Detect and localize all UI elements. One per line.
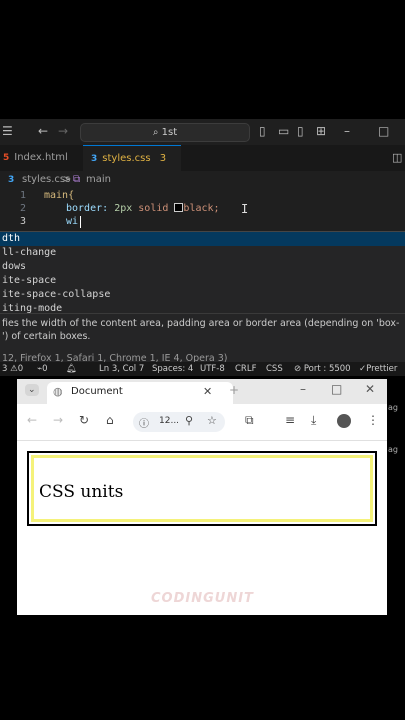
media-controls-icon[interactable]: ≡ — [285, 413, 295, 427]
watermark-logo: CODINGUNIT — [151, 591, 254, 606]
warning-icon: ⚠ — [10, 364, 18, 374]
live-server-port[interactable]: ⊘ Port : 5500 — [294, 362, 351, 376]
language-mode[interactable]: CSS — [266, 362, 283, 376]
css3-icon: 3 — [8, 175, 15, 185]
doc-line: fies the width of the content area, padd… — [2, 318, 400, 329]
text-cursor — [80, 216, 81, 228]
toggle-sidebar-icon[interactable]: ▯ — [259, 124, 266, 138]
breadcrumb-symbol[interactable]: main — [86, 171, 111, 189]
forward-arrow-icon[interactable]: → — [58, 124, 68, 138]
line-number: 3 — [19, 216, 26, 227]
minimize-icon[interactable]: – — [344, 124, 350, 138]
toggle-panel-icon[interactable]: ▭ — [278, 124, 289, 138]
site-info-icon[interactable]: ⓘ — [139, 415, 149, 430]
cursor-position[interactable]: Ln 3, Col 7 — [99, 362, 144, 376]
download-icon[interactable]: ⤓ — [311, 413, 316, 428]
indentation[interactable]: Spaces: 4 — [152, 362, 193, 376]
address-bar[interactable]: ⓘ 12... ⚲ ☆ — [133, 412, 225, 432]
minimize-icon[interactable]: – — [300, 382, 306, 396]
main-inner-border: CSS units — [31, 455, 373, 522]
menu-icon[interactable]: ☰ — [2, 124, 13, 138]
line-number: 1 — [19, 190, 26, 201]
line-number: 2 — [19, 203, 26, 214]
bookmark-star-icon[interactable]: ☆ — [207, 414, 217, 427]
close-tab-icon[interactable]: ✕ — [203, 385, 212, 398]
browser-window: ⌄ ◍ Document ✕ + – □ ✕ ← → ↻ ⌂ ⓘ 12... ⚲… — [17, 379, 387, 615]
suggestion-item[interactable]: ite-space — [0, 274, 405, 288]
search-icon: ⌕ — [152, 127, 159, 138]
maximize-icon[interactable]: □ — [331, 382, 342, 396]
code-line-2: border: 2px solid black; — [66, 203, 220, 214]
toggle-secondary-sidebar-icon[interactable]: ▯ — [297, 124, 304, 138]
bell-icon[interactable]: 🔔︎ — [66, 362, 77, 376]
doc-line: ') of certain boxes. — [2, 331, 91, 342]
tab-label: Index.html — [14, 152, 68, 163]
main-element-box: CSS units — [27, 451, 377, 526]
close-window-icon[interactable]: ✕ — [365, 382, 375, 396]
command-center-text: 1st — [161, 127, 178, 138]
command-center-search[interactable]: ⌕ 1st — [80, 123, 250, 142]
tab-label: styles.css — [102, 153, 151, 164]
split-editor-icon[interactable]: ◫ — [392, 151, 402, 164]
problems-status[interactable]: 3 ⚠0 — [2, 362, 23, 376]
back-icon[interactable]: ← — [27, 413, 37, 427]
symbol-icon: ⧉ — [73, 174, 81, 185]
prettier-status[interactable]: ✓Prettier — [359, 362, 397, 376]
mouse-ibeam-icon: I — [241, 202, 249, 216]
doc-browser-support: 12, Firefox 1, Safari 1, Chrome 1, IE 4,… — [2, 353, 228, 362]
suggest-widget: dth ll-change dows ite-space ite-space-c… — [0, 231, 405, 314]
no-entry-icon: ⊘ — [294, 364, 302, 374]
page-heading: CSS units — [39, 482, 124, 502]
page-viewport: CSS units CODINGUNIT — [17, 441, 387, 615]
suggestion-item[interactable]: ll-change — [0, 246, 405, 260]
breadcrumb-separator: > — [63, 174, 72, 185]
end-of-line[interactable]: CRLF — [235, 362, 256, 376]
globe-icon: ◍ — [53, 385, 63, 398]
extensions-icon[interactable]: ⧉ — [245, 413, 254, 428]
tab-index-html[interactable]: 5 Index.html — [3, 145, 81, 171]
forward-icon[interactable]: → — [53, 413, 63, 427]
suggestion-item[interactable]: dth — [0, 232, 405, 246]
zoom-icon[interactable]: ⚲ — [185, 414, 193, 427]
reload-icon[interactable]: ↻ — [79, 413, 89, 427]
browser-tab-bar: ⌄ ◍ Document ✕ + – □ ✕ — [17, 379, 387, 404]
new-tab-icon[interactable]: + — [229, 383, 239, 397]
tab-styles-css[interactable]: 3styles.css 3 ● — [83, 145, 181, 190]
css3-icon: 3 — [91, 154, 98, 164]
back-arrow-icon[interactable]: ← — [38, 124, 48, 138]
tab-title: Document — [71, 386, 123, 397]
more-menu-icon[interactable]: ⋮ — [367, 413, 379, 427]
home-icon[interactable]: ⌂ — [106, 413, 114, 427]
url-text: 12... — [159, 416, 180, 426]
status-bar: 3 ⚠0 ⌁0 🔔︎ Ln 3, Col 7 Spaces: 4 UTF-8 C… — [0, 362, 405, 376]
tab-search-chevron-icon[interactable]: ⌄ — [25, 384, 39, 396]
editor-tabs: 5Index.html 3styles.css 3 ● ◫ — [0, 145, 405, 190]
suggestion-item[interactable]: dows — [0, 260, 405, 274]
customize-layout-icon[interactable]: ⊞ — [316, 124, 326, 138]
code-line-1: main{ — [44, 190, 75, 201]
html5-icon: 5 — [3, 153, 10, 163]
suggestion-item[interactable]: ite-space-collapse — [0, 288, 405, 302]
vscode-titlebar: ☰ ← → ⌕ 1st ▯ ▭ ▯ ⊞ – □ — [0, 119, 405, 145]
maximize-icon[interactable]: □ — [378, 124, 389, 138]
code-editor[interactable]: 1 main{ 2 border: 2px solid black; 3 wi … — [0, 189, 405, 231]
browser-toolbar: ← → ↻ ⌂ ⓘ 12... ⚲ ☆ ⧉ ≡ ⤓ ⋮ — [17, 404, 387, 441]
browser-tab[interactable]: ◍ Document ✕ — [47, 382, 233, 404]
tab-problem-count: 3 — [159, 153, 167, 164]
suggestion-documentation: fies the width of the content area, padd… — [0, 313, 405, 363]
side-text: ag — [388, 403, 398, 412]
avatar[interactable] — [337, 414, 351, 428]
encoding[interactable]: UTF-8 — [200, 362, 225, 376]
ports-status[interactable]: ⌁0 — [37, 362, 48, 376]
code-line-3: wi — [66, 216, 79, 227]
side-text: ag — [388, 445, 398, 454]
breadcrumb: 3 styles.css > ⧉ main — [0, 171, 405, 189]
